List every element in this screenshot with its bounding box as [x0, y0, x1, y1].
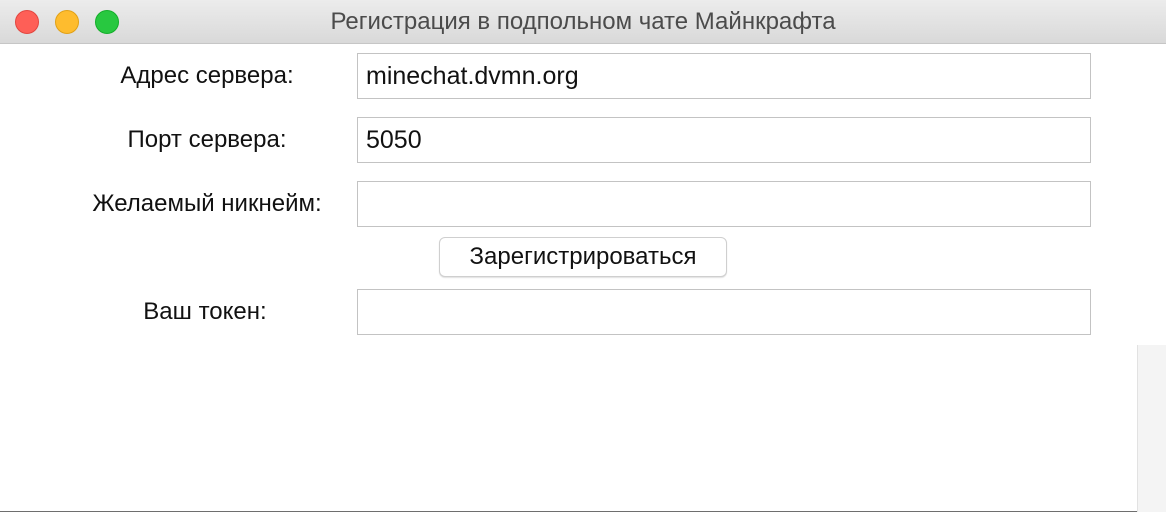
scrollbar-track[interactable]: [1137, 345, 1166, 512]
server-address-label: Адрес сервера:: [120, 62, 294, 89]
registration-window: Регистрация в подпольном чате Майнкрафта…: [0, 0, 1166, 512]
server-address-input[interactable]: [357, 53, 1091, 99]
nickname-label: Желаемый никнейм:: [92, 190, 322, 217]
title-bar[interactable]: Регистрация в подпольном чате Майнкрафта: [0, 0, 1166, 44]
server-port-label: Порт сервера:: [127, 126, 287, 153]
server-port-input[interactable]: [357, 117, 1091, 163]
register-button[interactable]: Зарегистрироваться: [439, 237, 727, 277]
token-output-field[interactable]: [357, 289, 1091, 335]
window-title: Регистрация в подпольном чате Майнкрафта: [330, 8, 836, 35]
nickname-input[interactable]: [357, 181, 1091, 227]
token-label: Ваш токен:: [143, 298, 267, 325]
